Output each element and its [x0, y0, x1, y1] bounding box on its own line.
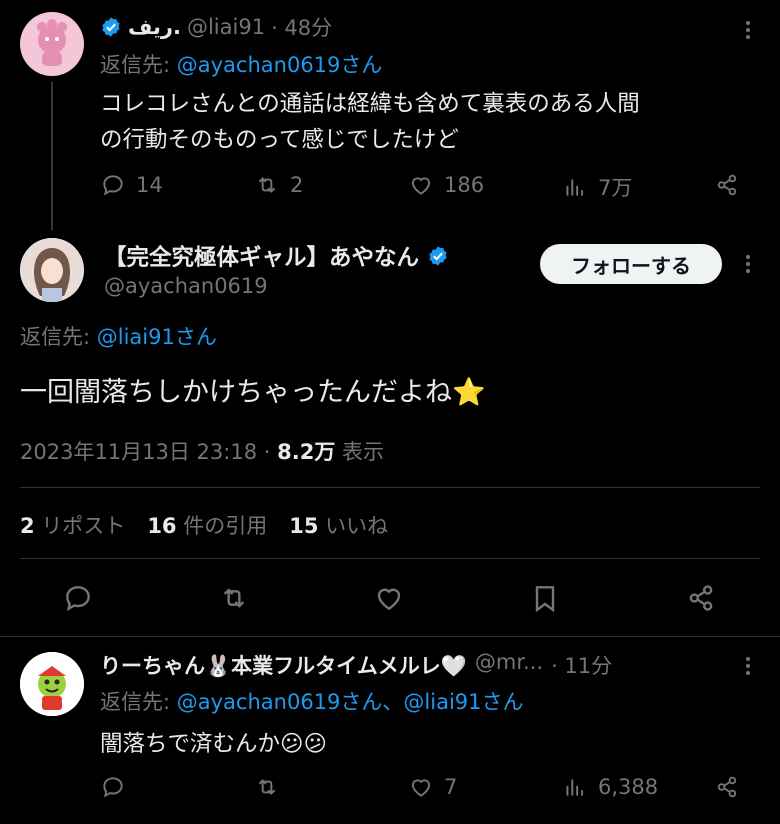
like-count: 7 — [444, 775, 458, 799]
avatar-ayachan0619[interactable] — [20, 238, 84, 302]
tweet-text-line: の行動そのものって感じでしたけど — [100, 127, 459, 153]
like-button[interactable]: 186 — [408, 172, 484, 198]
handle[interactable]: @ayachan0619 — [104, 274, 268, 298]
views-count: 8.2万 — [277, 440, 336, 464]
likes-label: いいね — [325, 514, 389, 538]
tweet-text: コレコレさんとの通話は経緯も含めて裏表のある人間 の行動そのものって感じでしたけ… — [100, 86, 640, 158]
tweet-text: 一回闇落ちしかけちゃったんだよね⭐ — [20, 377, 486, 408]
reply-to-link[interactable]: @liai91さん — [97, 325, 217, 349]
views-button[interactable]: 6,388 — [562, 774, 658, 800]
reply-button[interactable]: 14 — [100, 172, 163, 198]
reply-to-label: 返信先: — [100, 53, 171, 77]
quotes-count: 16 — [147, 514, 177, 538]
display-name[interactable]: 【完全究極体ギャル】あやなん — [104, 240, 419, 272]
quotes-label: 件の引用 — [183, 514, 268, 538]
repost-icon — [258, 177, 276, 193]
divider — [20, 558, 760, 559]
more-icon[interactable] — [738, 651, 758, 681]
reply-icon[interactable] — [62, 582, 94, 614]
reposts-stat[interactable]: 2 リポスト — [20, 510, 125, 540]
avatar-illustration — [20, 652, 84, 716]
share-button[interactable] — [714, 774, 740, 800]
verified-badge-icon — [429, 246, 447, 266]
timestamp[interactable]: · 48分 — [271, 12, 332, 42]
reply-to-link[interactable]: @ayachan0619さん — [177, 53, 383, 77]
likes-stat[interactable]: 15 いいね — [289, 510, 388, 540]
avatar-photo — [20, 238, 84, 302]
bookmark-icon[interactable] — [529, 582, 561, 614]
share-icon — [717, 776, 737, 798]
tweet-text: 闇落ちで済むんか😕😕 — [100, 731, 327, 757]
avatar-richan[interactable] — [20, 652, 84, 716]
reply-count: 14 — [136, 173, 163, 197]
repost-button[interactable] — [254, 774, 280, 800]
tweet-text-line: コレコレさんとの通話は経緯も含めて裏表のある人間 — [100, 91, 640, 117]
like-count: 186 — [444, 173, 485, 197]
repost-icon — [258, 779, 276, 795]
share-icon[interactable] — [685, 582, 717, 614]
views-button[interactable]: 7万 — [562, 172, 632, 202]
like-icon — [411, 779, 431, 797]
views-icon — [566, 179, 584, 196]
repost-count: 2 — [290, 173, 304, 197]
reply-to-label: 返信先: — [20, 325, 91, 349]
reply-icon — [103, 777, 123, 798]
avatar-illustration — [37, 19, 67, 66]
reply-button[interactable] — [100, 774, 126, 800]
avatar-liai91[interactable] — [20, 12, 84, 76]
reposts-label: リポスト — [41, 514, 126, 538]
share-button[interactable] — [714, 172, 740, 198]
quotes-stat[interactable]: 16 件の引用 — [147, 510, 267, 540]
reply-icon — [103, 175, 123, 196]
like-button[interactable]: 7 — [408, 774, 457, 800]
handle[interactable]: @mr... — [475, 650, 543, 680]
display-name[interactable]: ريف. — [128, 15, 181, 39]
more-icon[interactable] — [738, 249, 758, 279]
repost-button[interactable]: 2 — [254, 172, 303, 198]
reposts-count: 2 — [20, 514, 35, 538]
follow-button[interactable]: フォローする — [540, 244, 722, 284]
share-icon — [717, 174, 737, 196]
views-icon — [566, 779, 584, 796]
views-count: 7万 — [598, 176, 633, 200]
like-icon — [411, 177, 431, 195]
like-icon[interactable] — [373, 582, 405, 614]
likes-count: 15 — [289, 514, 319, 538]
views-count: 6,388 — [598, 775, 659, 799]
post-timestamp[interactable]: 2023年11月13日 23:18 · — [20, 440, 270, 464]
divider — [0, 636, 780, 637]
more-icon[interactable] — [738, 15, 758, 45]
handle[interactable]: @liai91 — [187, 15, 265, 39]
display-name[interactable]: りーちゃん🐰本業フルタイムメルレ🤍 — [100, 650, 467, 680]
divider — [20, 487, 760, 488]
repost-icon[interactable] — [218, 582, 250, 614]
verified-badge-icon — [102, 17, 120, 37]
reply-to-links[interactable]: @ayachan0619さん、@liai91さん — [177, 690, 524, 714]
thread-connector — [51, 82, 53, 230]
views-label: 表示 — [342, 440, 385, 464]
reply-to-label: 返信先: — [100, 690, 171, 714]
timestamp[interactable]: · 11分 — [551, 650, 612, 680]
